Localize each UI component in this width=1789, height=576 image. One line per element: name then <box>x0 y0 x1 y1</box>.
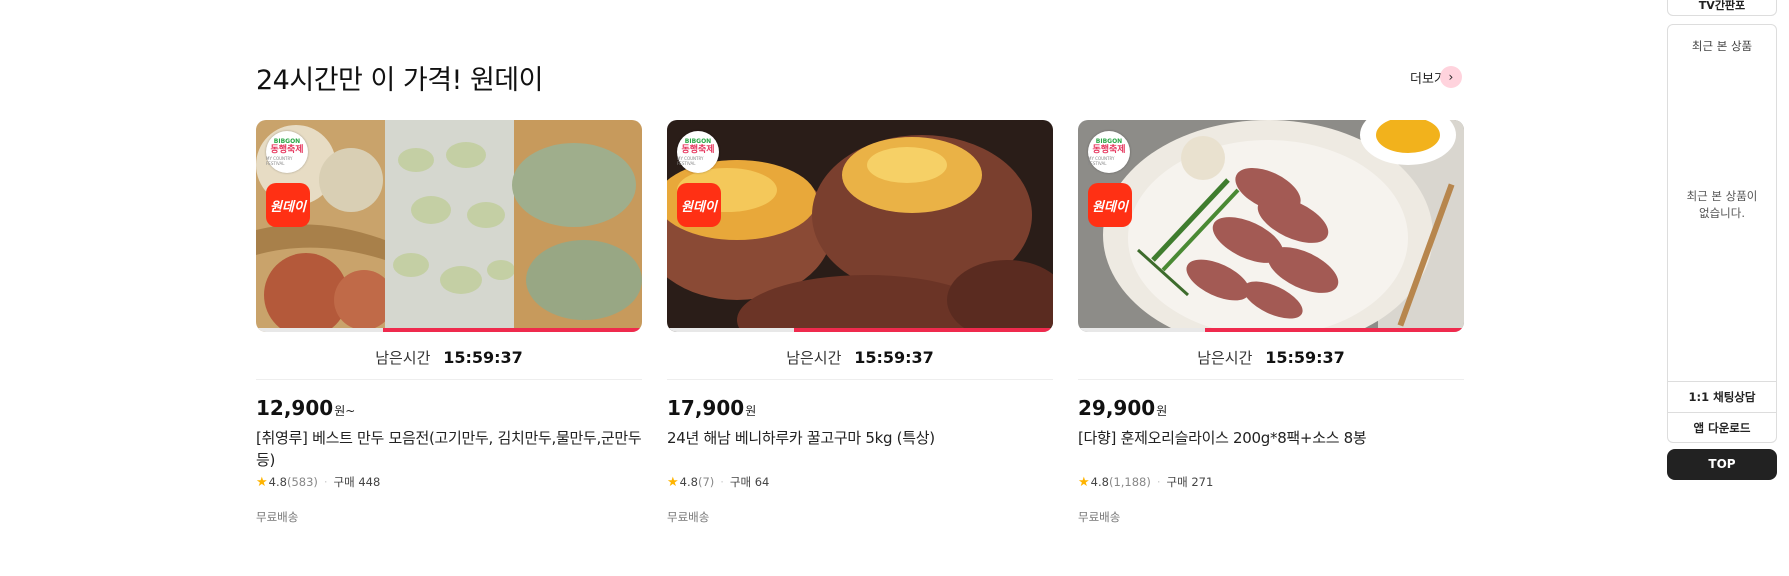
recent-title: 최근 본 상품 <box>1691 39 1753 53</box>
remaining-timer: 남은시간 15:59:37 <box>667 347 1053 368</box>
product-name[interactable]: [취영루] 베스트 만두 모음전(고기만두, 김치만두,물만두,군만두 등) <box>256 427 642 471</box>
review-count: (7) <box>697 475 715 489</box>
divider <box>1078 379 1464 380</box>
price-value: 17,900 <box>667 396 745 420</box>
price: 12,900원~ <box>256 396 355 420</box>
product-card[interactable]: BIBGON 동행축제 MY COUNTRY FESTIVAL 원데이 남은시간… <box>256 120 642 524</box>
app-download-button[interactable]: 앱 다운로드 <box>1668 412 1776 443</box>
review-count: (1,188) <box>1108 475 1151 489</box>
price-value: 29,900 <box>1078 396 1156 420</box>
time-progress-fill <box>794 328 1053 332</box>
product-card[interactable]: BIBGON 동행축제 MY COUNTRY FESTIVAL 원데이 남은시간… <box>1078 120 1464 524</box>
smoked-duck-photo <box>1078 120 1464 332</box>
section-title: 24시간만 이 가격! 원데이 <box>256 65 544 96</box>
separator-dot: · <box>720 475 724 489</box>
festival-logo: BIBGON 동행축제 MY COUNTRY FESTIVAL <box>1088 131 1130 173</box>
sidebar-top-button[interactable]: TV간판포 <box>1667 0 1777 16</box>
product-thumbnail[interactable]: BIBGON 동행축제 MY COUNTRY FESTIVAL 원데이 <box>667 120 1053 332</box>
rating: 4.8 <box>268 475 287 489</box>
product-thumbnail[interactable]: BIBGON 동행축제 MY COUNTRY FESTIVAL 원데이 <box>1078 120 1464 332</box>
timer-value: 15:59:37 <box>1265 348 1345 367</box>
price: 29,900원 <box>1078 396 1167 420</box>
purchase-count: 구매 64 <box>729 475 770 489</box>
price-unit: 원 <box>745 404 757 418</box>
product-thumbnail[interactable]: BIBGON 동행축제 MY COUNTRY FESTIVAL 원데이 <box>256 120 642 332</box>
price-unit: 원 <box>1156 404 1168 418</box>
shipping-label: 무료배송 <box>1078 510 1121 524</box>
purchase-count: 구매 448 <box>333 475 381 489</box>
more-link[interactable]: 더보기 › <box>1410 66 1462 88</box>
festival-logo: BIBGON 동행축제 MY COUNTRY FESTIVAL <box>677 131 719 173</box>
price: 17,900원 <box>667 396 756 420</box>
rating: 4.8 <box>1090 475 1109 489</box>
product-name[interactable]: [다향] 훈제오리슬라이스 200g*8팩+소스 8봉 <box>1078 427 1464 449</box>
recently-viewed-panel: 최근 본 상품 최근 본 상품이 없습니다. 1:1 채팅상담 앱 다운로드 <box>1667 24 1777 443</box>
price-unit: 원~ <box>334 404 356 418</box>
shipping-label: 무료배송 <box>256 510 299 524</box>
rating: 4.8 <box>679 475 698 489</box>
timer-value: 15:59:37 <box>854 348 934 367</box>
separator-dot: · <box>1156 475 1161 489</box>
chat-consult-button[interactable]: 1:1 채팅상담 <box>1668 381 1776 412</box>
star-icon: ★ <box>1078 474 1090 490</box>
time-progress-fill <box>383 328 642 332</box>
chevron-right-icon: › <box>1439 66 1462 88</box>
shipping-label: 무료배송 <box>667 510 710 524</box>
scroll-top-button[interactable]: TOP <box>1667 449 1777 480</box>
time-progress-bar <box>1078 328 1464 332</box>
product-card[interactable]: BIBGON 동행축제 MY COUNTRY FESTIVAL 원데이 남은시간… <box>667 120 1053 524</box>
sweet-potato-photo <box>667 120 1053 332</box>
time-progress-bar <box>667 328 1053 332</box>
dumpling-photo <box>256 120 642 332</box>
recent-empty-message: 최근 본 상품이 없습니다. <box>1686 189 1758 220</box>
purchase-count: 구매 271 <box>1166 475 1214 489</box>
review-count: (583) <box>286 475 318 489</box>
time-progress-bar <box>256 328 642 332</box>
festival-logo: BIBGON 동행축제 MY COUNTRY FESTIVAL <box>266 131 308 173</box>
separator-dot: · <box>323 475 328 489</box>
remaining-timer: 남은시간 15:59:37 <box>256 347 642 368</box>
time-progress-fill <box>1205 328 1464 332</box>
price-value: 12,900 <box>256 396 334 420</box>
timer-label: 남은시간 <box>1197 349 1253 367</box>
product-meta: ★ 4.8 (7) · 구매 64 <box>667 474 769 490</box>
star-icon: ★ <box>667 474 679 490</box>
remaining-timer: 남은시간 15:59:37 <box>1078 347 1464 368</box>
divider <box>667 379 1053 380</box>
product-meta: ★ 4.8 (583) · 구매 448 <box>256 474 380 490</box>
oneday-badge: 원데이 <box>266 183 310 227</box>
oneday-badge: 원데이 <box>1088 183 1132 227</box>
timer-value: 15:59:37 <box>443 348 523 367</box>
product-meta: ★ 4.8 (1,188) · 구매 271 <box>1078 474 1213 490</box>
timer-label: 남은시간 <box>375 349 431 367</box>
divider <box>256 379 642 380</box>
product-name[interactable]: 24년 해남 베니하루카 꿀고구마 5kg (특상) <box>667 427 1053 449</box>
oneday-badge: 원데이 <box>677 183 721 227</box>
timer-label: 남은시간 <box>786 349 842 367</box>
star-icon: ★ <box>256 474 268 490</box>
